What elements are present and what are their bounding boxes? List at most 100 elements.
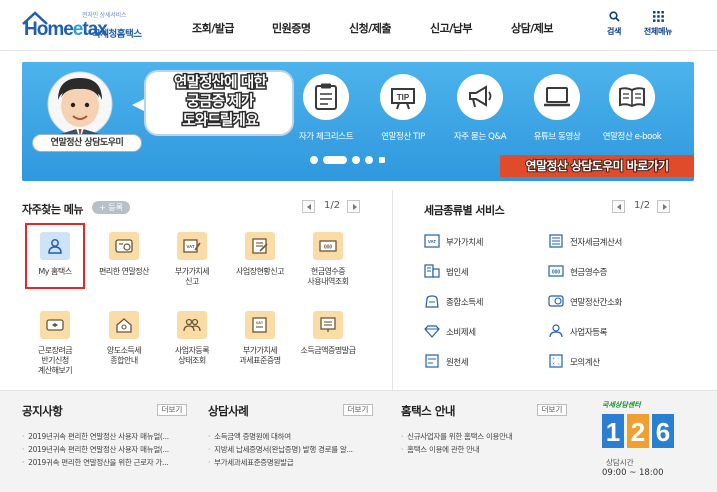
person-icon [549, 324, 563, 338]
capital-gains-icon-box [109, 311, 139, 339]
banner-ebook[interactable]: 연말정산 e-book [602, 74, 662, 142]
quick-menu-business-registration-status[interactable]: 사업자등록 상태조회 [160, 311, 224, 366]
quick-menu-label: 부가가치세 신고 [174, 267, 210, 286]
section-divider [392, 190, 393, 390]
youtube-circle [534, 74, 580, 120]
quick-menu-label: 현금영수증 사용내역조회 [307, 267, 349, 286]
svg-text:VAT: VAT [186, 244, 195, 249]
guide-item[interactable]: 신규사업자를 위한 홈택스 이용안내 [401, 430, 513, 443]
logo-tagline: 전자민 상세서비스 [82, 12, 127, 19]
svg-text:VAT: VAT [428, 239, 437, 244]
tax-services-next-button[interactable] [657, 200, 670, 213]
business-status-icon-box [245, 232, 275, 260]
tip-circle: TIP [380, 74, 426, 120]
consult-cases-more-button[interactable]: 더보기 [343, 404, 373, 416]
banner-youtube-label: 유튜브 동영상 [533, 132, 581, 142]
nav-inquiry-issue[interactable]: 조회/발급 [192, 20, 235, 36]
call-center-126[interactable]: 국세상담센터 1 2 6 상담시간 09:00 ~ 18:00 [602, 400, 682, 485]
quick-menu-capital-gains[interactable]: 양도소득세 종합안내 [92, 311, 156, 366]
guide-item[interactable]: 홈택스 이용에 관한 안내 [401, 443, 512, 456]
quick-menu-cash-receipt[interactable]: 000 현금영수증 사용내역조회 [296, 232, 360, 287]
carousel-stop-button[interactable] [379, 157, 385, 163]
search-icon [608, 11, 620, 22]
vat-report-icon-box: VAT [177, 232, 207, 260]
quick-menu-easy-settlement[interactable]: 편리한 연말정산 [92, 232, 156, 277]
easy-settlement-icon-box [109, 232, 139, 260]
carousel-dot[interactable] [352, 156, 360, 164]
consult-cases-title[interactable]: 상담사례 [208, 403, 249, 419]
tax-service-label: 전자세금계산서 [570, 238, 622, 248]
income-icon [425, 295, 439, 308]
carousel-dot[interactable] [365, 156, 373, 164]
simplify-icon [548, 295, 564, 307]
notices-list: 2019년귀속 편리한 연말정산 사용자 매뉴얼(... 2019년귀속 편리한… [22, 430, 169, 469]
quick-menu-prev-button[interactable] [302, 200, 315, 213]
speech-bubble-text: 연말정산에 대한 궁금증 제가 도와드릴게요 [172, 74, 268, 131]
carousel-dot-active[interactable] [323, 156, 347, 164]
call-center-number-graphic: 1 2 6 [602, 414, 674, 448]
tip-icon: TIP [391, 88, 415, 110]
tax-services-page-number: 1/2 [634, 200, 651, 211]
consult-helper-shortcut-button[interactable]: 연말정산 상담도우미 바로가기 [500, 155, 694, 177]
svg-text:000: 000 [324, 245, 333, 251]
wallet-icon [46, 319, 64, 331]
all-menu-label: 전체메뉴 [643, 27, 673, 36]
grid-menu-icon [652, 11, 664, 22]
quick-menu-income-cert[interactable]: 소득금액증명발급 [296, 311, 360, 356]
svg-text:TIP: TIP [397, 93, 410, 102]
notices-more-button[interactable]: 더보기 [157, 404, 187, 416]
quick-menu-label: 소득금액증명발급 [300, 346, 356, 355]
hometax-guide-more-button[interactable]: 더보기 [537, 404, 567, 416]
quick-menu-vat-report[interactable]: VAT 부가가치세 신고 [160, 232, 224, 287]
quick-menu-next-button[interactable] [347, 200, 360, 213]
notice-item[interactable]: 2019귀속 편리한 연말정산을 위한 근로자 가... [22, 456, 169, 469]
tax-service-label: 사업자등록 [570, 328, 608, 338]
banner-checklist-label: 자가 체크리스트 [298, 132, 354, 142]
book-icon [619, 87, 645, 108]
logo-subtitle: 국세청홈택스 [92, 29, 142, 40]
cash-receipt-icon: 000 [548, 265, 564, 277]
tax-service-label: 연말정산간소화 [570, 298, 622, 308]
banner-youtube[interactable]: 유튜브 동영상 [527, 74, 587, 142]
consult-case-item[interactable]: 소득금액 증명원에 대하여 [208, 430, 353, 443]
hometax-guide-title[interactable]: 홈택스 안내 [401, 403, 455, 419]
quick-menu-label: 부가가치세 과세표준증명 [239, 346, 281, 365]
year-end-settlement-banner[interactable]: 연말정산 상담도우미 연말정산에 대한 궁금증 제가 도와드릴게요 자가 체크리… [22, 62, 694, 181]
carousel-dot[interactable] [310, 156, 318, 164]
call-center-digit: 6 [656, 417, 670, 447]
notices-title[interactable]: 공지사항 [22, 403, 63, 419]
call-center-hours: 09:00 ~ 18:00 [602, 468, 664, 478]
register-menu-button[interactable]: + 등록 [92, 201, 130, 214]
notice-item[interactable]: 2019년귀속 편리한 연말정산 사용자 매뉴얼(... [22, 430, 169, 443]
nav-report-pay[interactable]: 신고/납부 [430, 20, 473, 36]
banner-checklist[interactable]: 자가 체크리스트 [296, 74, 356, 142]
all-menu-button[interactable]: 전체메뉴 [638, 11, 678, 37]
consult-case-item[interactable]: 지방세 납세증명서(완납증명) 발행 경로를 알... [208, 443, 353, 456]
vat-tax-base-cert-icon-box: VAT [245, 311, 275, 339]
banner-qna[interactable]: 자주 묻는 Q&A [450, 74, 510, 142]
quick-menu-business-status[interactable]: 사업장현황신고 [228, 232, 292, 277]
consult-case-item[interactable]: 부가세과세표준증명원발급 [208, 456, 353, 469]
nav-civil-certificate[interactable]: 민원증명 [272, 20, 311, 36]
calculator-icon: + - × = [549, 354, 563, 368]
quick-menu-earned-income-credit[interactable]: 근로장려금 반기신청 계산해보기 [23, 311, 87, 376]
business-registration-status-icon-box [177, 311, 207, 339]
quick-menu-my-hometax[interactable]: My 홈택스 [23, 232, 87, 277]
invoice-icon [549, 234, 563, 248]
nav-apply-submit[interactable]: 신청/제출 [349, 20, 392, 36]
nav-consult-report[interactable]: 상담/제보 [511, 20, 554, 36]
consult-cases-list: 소득금액 증명원에 대하여 지방세 납세증명서(완납증명) 발행 경로를 알..… [208, 430, 353, 469]
tax-service-label: 소비제세 [446, 328, 476, 338]
calculator-icon [115, 239, 133, 253]
search-button[interactable]: 검색 [594, 11, 634, 37]
vat-icon: VAT [183, 239, 201, 253]
hometax-page: 전자민 상세서비스 Homeetax 국세청홈택스 조회/발급 민원증명 신청/… [0, 0, 717, 492]
quick-menu-vat-tax-base-cert[interactable]: VAT 부가가치세 과세표준증명 [228, 311, 292, 366]
notice-item[interactable]: 2019년귀속 편리한 연말정산 사용자 매뉴얼(... [22, 443, 169, 456]
corporate-icon [424, 264, 440, 278]
banner-qna-label: 자주 묻는 Q&A [453, 132, 507, 142]
search-label: 검색 [606, 27, 622, 36]
tax-services-prev-button[interactable] [612, 200, 625, 213]
hometax-logo[interactable]: 전자민 상세서비스 Homeetax 국세청홈택스 [22, 10, 172, 42]
banner-tip[interactable]: TIP 연말정산 TIP [373, 74, 433, 142]
